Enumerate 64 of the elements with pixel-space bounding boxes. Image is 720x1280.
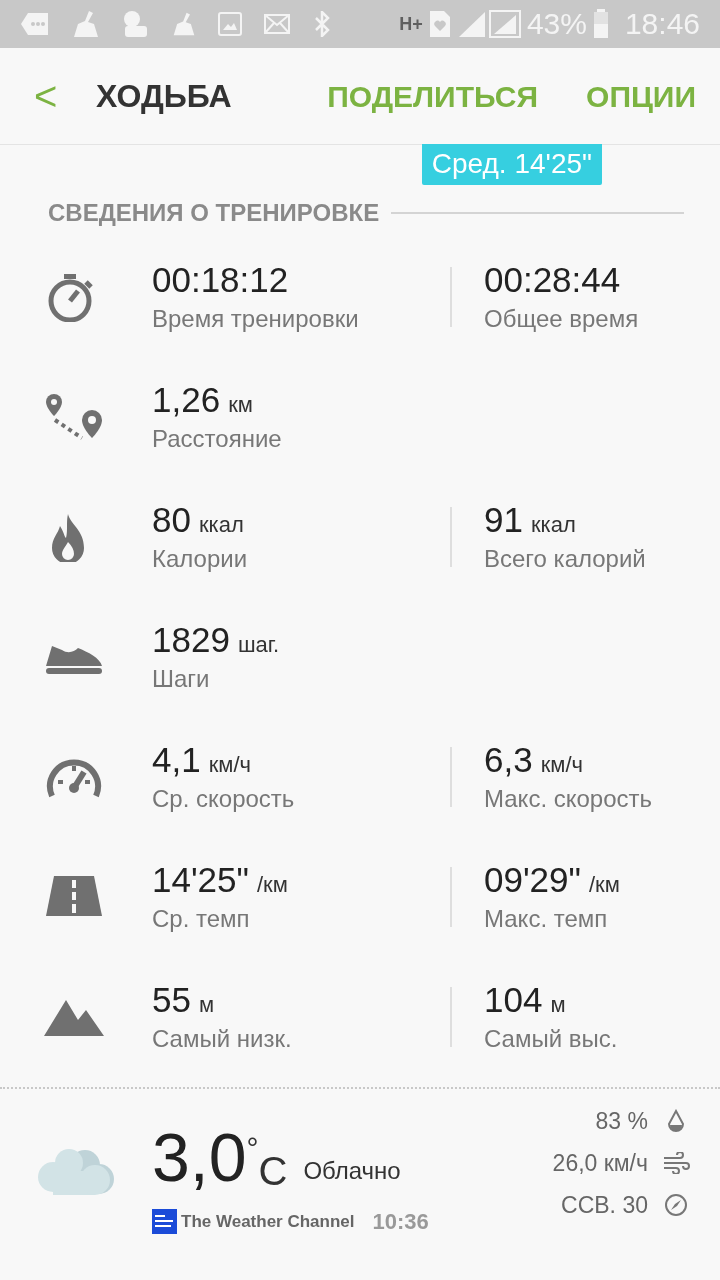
page-title: ХОДЬБА	[96, 77, 232, 116]
average-pace-badge: Сред. 14'25"	[421, 144, 602, 185]
wind-icon	[662, 1152, 690, 1174]
stat-unit: м	[198, 991, 215, 1019]
stat-unit: км/ч	[540, 751, 583, 779]
stat-label: Самый выс.	[484, 1024, 619, 1054]
tag-icon	[20, 11, 50, 37]
image-icon	[218, 12, 242, 36]
stat-label: Расстояние	[152, 424, 283, 454]
stat-unit: /км	[256, 871, 288, 899]
stat-value: 1829	[152, 619, 230, 661]
stat-label: Макс. скорость	[484, 784, 654, 814]
wind-direction-value: ССВ. 30	[561, 1190, 648, 1220]
stat-value: 80	[152, 499, 191, 541]
network-type-text: H+	[399, 15, 423, 33]
stat-label: Всего калорий	[484, 544, 647, 574]
temperature-unit: C	[258, 1151, 288, 1191]
stat-label: Ср. скорость	[152, 784, 296, 814]
action-button[interactable]: ОПЦИИ	[586, 73, 696, 119]
cloud-icon	[37, 1147, 115, 1195]
stat-value: 104	[484, 979, 543, 1021]
stat-label: Общее время	[484, 304, 640, 334]
stat-value: 6,3	[484, 739, 533, 781]
stat-unit: км	[228, 391, 253, 419]
provider-logo-icon	[152, 1209, 177, 1234]
bluetooth-icon	[312, 11, 332, 37]
stat-label: Ср. темп	[152, 904, 251, 934]
provider-name: The Weather Channel	[181, 1210, 355, 1233]
stat-label: Калории	[152, 544, 249, 574]
stat-value: 09'29"	[484, 859, 581, 901]
stat-value: 91	[484, 499, 523, 541]
route-pins-icon	[44, 392, 104, 442]
stat-value: 14'25"	[152, 859, 249, 901]
sim-icon	[428, 10, 451, 38]
stat-label: Время тренировки	[152, 304, 360, 334]
stat-value: 55	[152, 979, 191, 1021]
weather-condition: Облачно	[303, 1156, 401, 1186]
broom-icon	[172, 12, 196, 36]
compass-icon	[664, 1193, 688, 1217]
updated-time: 10:36	[372, 1208, 429, 1236]
stat-unit: ккал	[198, 511, 244, 539]
stat-value: 00:18:12	[152, 259, 289, 301]
stat-unit: км/ч	[208, 751, 251, 779]
stat-label: Макс. темп	[484, 904, 609, 934]
stat-label: Самый низк.	[152, 1024, 293, 1054]
drop-icon	[667, 1109, 685, 1133]
action-button[interactable]: ПОДЕЛИТЬСЯ	[327, 73, 539, 119]
stat-unit: шаг.	[237, 631, 280, 659]
battery-icon	[592, 9, 609, 39]
stat-unit: ккал	[530, 511, 576, 539]
mail-icon	[264, 14, 290, 34]
back-button[interactable]: <	[0, 48, 96, 144]
wind-speed-value: 26,0 км/ч	[552, 1148, 648, 1178]
stat-unit: м	[550, 991, 566, 1019]
broom-icon	[72, 10, 100, 38]
temperature-value: 3,0	[152, 1123, 247, 1191]
stat-value: 1,26	[152, 379, 221, 421]
degree-symbol: °	[246, 1133, 259, 1163]
stat-unit: /км	[588, 871, 620, 899]
section-title: СВЕДЕНИЯ О ТРЕНИРОВКЕ	[48, 198, 380, 228]
humidity-value: 83 %	[595, 1106, 648, 1136]
stat-label: Шаги	[152, 664, 211, 694]
stat-value: 00:28:44	[484, 259, 621, 301]
stat-value: 4,1	[152, 739, 201, 781]
